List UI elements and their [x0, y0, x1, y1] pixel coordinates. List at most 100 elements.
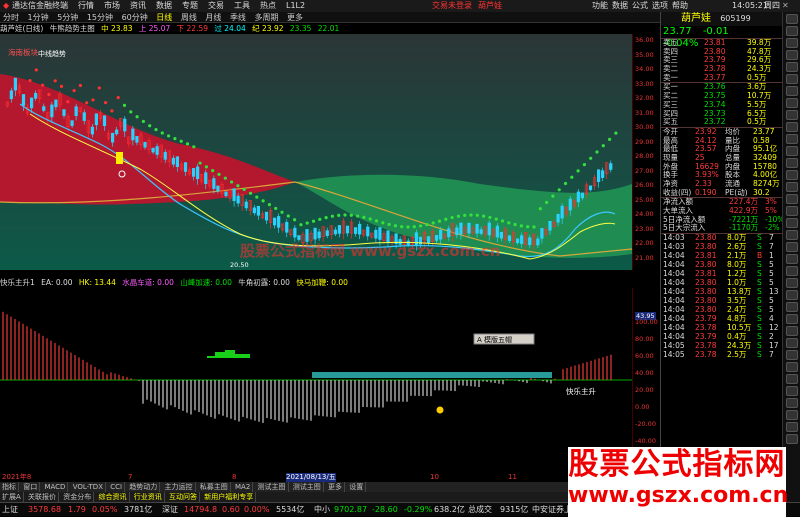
tool-icon[interactable] [785, 230, 798, 240]
tool-icon[interactable] [785, 302, 798, 312]
tab-macd[interactable]: MACD [42, 482, 69, 492]
tool-icon[interactable] [785, 350, 798, 360]
tool-icon[interactable] [785, 242, 798, 252]
tab-kuozhan[interactable]: 扩展A [0, 492, 24, 502]
tool-icon[interactable] [785, 218, 798, 228]
tab-simu[interactable]: 私募主图 [198, 482, 231, 492]
tool-icon[interactable] [785, 374, 798, 384]
login-status[interactable]: 交易未登录 [432, 0, 472, 12]
tool-icon[interactable] [785, 122, 798, 132]
tool-icon[interactable] [785, 254, 798, 264]
period-60min[interactable]: 60分钟 [119, 12, 151, 22]
sz-label[interactable]: 深证 [162, 503, 178, 516]
menu-item-shichang[interactable]: 市场 [104, 0, 120, 12]
tool-icon[interactable] [785, 386, 798, 396]
indicator-name[interactable]: 快乐主升1 [0, 278, 35, 287]
menu-item-zixun[interactable]: 资讯 [130, 0, 146, 12]
tool-icon[interactable] [785, 314, 798, 324]
period-fenshi[interactable]: 分时 [0, 12, 22, 22]
tool-icon[interactable] [785, 326, 798, 336]
tool-icon[interactable] [785, 158, 798, 168]
tool-icon[interactable] [785, 290, 798, 300]
period-1min[interactable]: 1分钟 [25, 12, 52, 22]
menu-item-jiaoyi[interactable]: 交易 [208, 0, 224, 12]
tab-zijin[interactable]: 资金分布 [61, 492, 95, 502]
tool-icon[interactable] [785, 86, 798, 96]
tab-zhuli[interactable]: 主力运控 [163, 482, 196, 492]
menu-item-shuju2[interactable]: 数据 [612, 0, 628, 12]
tool-icon[interactable] [785, 362, 798, 372]
menu-item-l1l2[interactable]: L1L2 [286, 0, 305, 12]
indicator-info: 快乐主升1 EA: 0.00 HK: 13.44 水晶车道: 0.00 山峰加速… [0, 277, 632, 288]
tab-settings[interactable]: 设置 [347, 482, 367, 492]
zx-label[interactable]: 中小 [314, 503, 330, 516]
tab-ceshi1[interactable]: 测试主图 [256, 482, 289, 492]
close-icon[interactable]: ✕ [782, 0, 789, 12]
stop-dot [305, 221, 309, 225]
tab-hangye[interactable]: 行业资讯 [132, 492, 165, 502]
price-tick-label: 24.00 [635, 210, 654, 218]
tool-icon[interactable] [785, 194, 798, 204]
formula-name[interactable]: 牛熊趋势主图 [50, 24, 95, 33]
tab-ma2[interactable]: MA2 [233, 482, 254, 492]
tool-icon[interactable] [785, 206, 798, 216]
period-multi[interactable]: 多周期 [251, 12, 281, 22]
tool-icon[interactable] [785, 62, 798, 72]
tab-xinyonghu[interactable]: 新用户福利专享 [202, 492, 257, 502]
menu-item-xuanxiang[interactable]: 选项 [652, 0, 668, 12]
menu-item-gongshi[interactable]: 公式 [632, 0, 648, 12]
menu-item-shuju[interactable]: 数据 [156, 0, 172, 12]
price-tick-label: 21.00 [635, 253, 654, 262]
candlestick-chart[interactable]: 海南板块 中线趋势 20.50 股票公式指标网 www.gszx.com.cn [0, 34, 632, 270]
tab-ceshi2[interactable]: 测试主图 [291, 482, 324, 492]
sh-label[interactable]: 上证 [2, 503, 18, 516]
tab-zonghe[interactable]: 综合资讯 [97, 492, 130, 502]
tool-icon[interactable] [785, 422, 798, 432]
tab-zhibiao[interactable]: 指标 [0, 482, 19, 492]
tool-icon[interactable] [785, 146, 798, 156]
tool-icon[interactable] [785, 38, 798, 48]
tool-icon[interactable] [785, 434, 798, 444]
period-5min[interactable]: 5分钟 [54, 12, 81, 22]
indicator-chart[interactable]: 快乐主升 A 模版五帽 [0, 288, 632, 473]
period-daily[interactable]: 日线 [153, 12, 175, 22]
tool-icon[interactable] [785, 134, 798, 144]
tool-icon[interactable] [785, 182, 798, 192]
tab-hudong[interactable]: 互动问答 [167, 492, 200, 502]
tab-cci[interactable]: CCI [108, 482, 126, 492]
tool-icon[interactable] [785, 74, 798, 84]
tab-guanlian[interactable]: 关联报价 [26, 492, 60, 502]
menu-item-hangqing[interactable]: 行情 [78, 0, 94, 12]
period-monthly[interactable]: 月线 [202, 12, 224, 22]
period-more[interactable]: 更多 [284, 12, 306, 22]
period-weekly[interactable]: 周线 [178, 12, 200, 22]
menu-item-zhuanti[interactable]: 专题 [182, 0, 198, 12]
tab-more[interactable]: 更多 [326, 482, 345, 492]
menu-item-redian[interactable]: 热点 [260, 0, 276, 12]
tool-icon[interactable] [785, 14, 798, 24]
stop-dot [450, 215, 454, 220]
tool-icon[interactable] [785, 110, 798, 120]
tool-icon[interactable] [785, 266, 798, 276]
popup-box[interactable]: A 模版五帽 [473, 333, 535, 345]
tool-icon[interactable] [785, 170, 798, 180]
tool-icon[interactable] [785, 278, 798, 288]
tool-icon[interactable] [785, 410, 798, 420]
price-tick-label: 25.00 [635, 195, 654, 204]
popup-text[interactable]: A 模版五帽 [477, 335, 512, 344]
tab-chuangkou[interactable]: 窗口 [21, 482, 41, 492]
tool-icon[interactable] [785, 338, 798, 348]
menu-item-gongju[interactable]: 工具 [234, 0, 250, 12]
menu-item-gongneng[interactable]: 功能 [592, 0, 608, 12]
period-15min[interactable]: 15分钟 [84, 12, 116, 22]
indicator-tick-label: 60.00 [635, 352, 654, 360]
tick-list[interactable]: 14:03 23.80 8.0万 S 7 14:03 23.80 2.6万 S 7 14:04 23.… [661, 233, 782, 360]
tab-qushi[interactable]: 趋势动力 [127, 482, 161, 492]
period-quarterly[interactable]: 季线 [227, 12, 249, 22]
tool-icon[interactable] [785, 398, 798, 408]
menu-item-bangzhu[interactable]: 帮助 [672, 0, 688, 12]
tool-icon[interactable] [785, 98, 798, 108]
tab-vol[interactable]: VOL-TDX [71, 482, 106, 492]
tool-icon[interactable] [785, 50, 798, 60]
tool-icon[interactable] [785, 26, 798, 36]
